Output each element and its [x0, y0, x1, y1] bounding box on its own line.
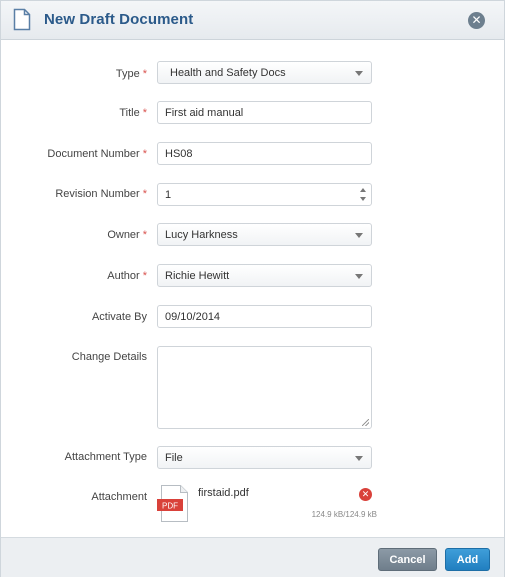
document-number-label: Document Number * — [47, 148, 147, 160]
chevron-down-icon — [355, 274, 363, 279]
cancel-button[interactable]: Cancel — [378, 548, 437, 571]
type-value: Health and Safety Docs — [170, 67, 286, 79]
attachment-file-name[interactable]: firstaid.pdf — [198, 487, 249, 499]
chevron-down-icon — [355, 456, 363, 461]
attachment-type-select[interactable]: File — [157, 446, 372, 469]
document-number-value: HS08 — [165, 148, 193, 160]
owner-select[interactable]: Lucy Harkness — [157, 223, 372, 246]
type-select[interactable]: Health and Safety Docs — [157, 61, 372, 84]
title-label: Title * — [119, 107, 147, 119]
activate-by-value: 09/10/2014 — [165, 311, 221, 323]
change-details-label: Change Details — [71, 351, 147, 363]
dialog-header: New Draft Document ✕ — [1, 1, 504, 40]
type-label: Type * — [115, 68, 147, 80]
spinner-arrows-icon[interactable] — [357, 185, 370, 204]
chevron-down-icon — [355, 71, 363, 76]
revision-number-label: Revision Number * — [55, 188, 147, 200]
close-icon[interactable]: ✕ — [468, 12, 485, 29]
chevron-down-icon — [355, 233, 363, 238]
title-value: First aid manual — [165, 107, 244, 119]
dialog-title: New Draft Document — [44, 11, 194, 28]
remove-attachment-icon[interactable]: ✕ — [359, 488, 372, 501]
document-icon — [13, 8, 31, 31]
attachment-item: PDF firstaid.pdf 124.9 kB/124.9 kB — [157, 485, 377, 525]
revision-number-stepper[interactable]: 1 — [157, 183, 372, 206]
revision-number-value: 1 — [165, 189, 172, 201]
attachment-type-label: Attachment Type — [64, 451, 147, 463]
pdf-badge-text: PDF — [162, 502, 178, 511]
resize-grip-icon[interactable] — [362, 419, 369, 426]
owner-value: Lucy Harkness — [165, 229, 238, 241]
author-label: Author * — [107, 270, 147, 282]
add-button[interactable]: Add — [445, 548, 490, 571]
author-select[interactable]: Richie Hewitt — [157, 264, 372, 287]
activate-by-label: Activate By — [91, 311, 147, 323]
owner-label: Owner * — [107, 229, 147, 241]
change-details-textarea[interactable] — [157, 346, 372, 429]
attachment-type-value: File — [165, 452, 183, 464]
activate-by-date-input[interactable]: 09/10/2014 — [157, 305, 372, 328]
form-body: Type * Health and Safety Docs Title * Firs… — [1, 41, 504, 537]
attachment-file-size: 124.9 kB/124.9 kB — [311, 510, 377, 519]
author-value: Richie Hewitt — [165, 270, 230, 282]
title-input[interactable]: First aid manual — [157, 101, 372, 124]
dialog-footer: Cancel Add — [1, 537, 504, 577]
attachment-label: Attachment — [91, 491, 147, 503]
new-draft-document-dialog: New Draft Document ✕ Type * Health and Sa… — [0, 0, 505, 577]
pdf-file-icon[interactable]: PDF — [157, 485, 189, 522]
document-number-input[interactable]: HS08 — [157, 142, 372, 165]
